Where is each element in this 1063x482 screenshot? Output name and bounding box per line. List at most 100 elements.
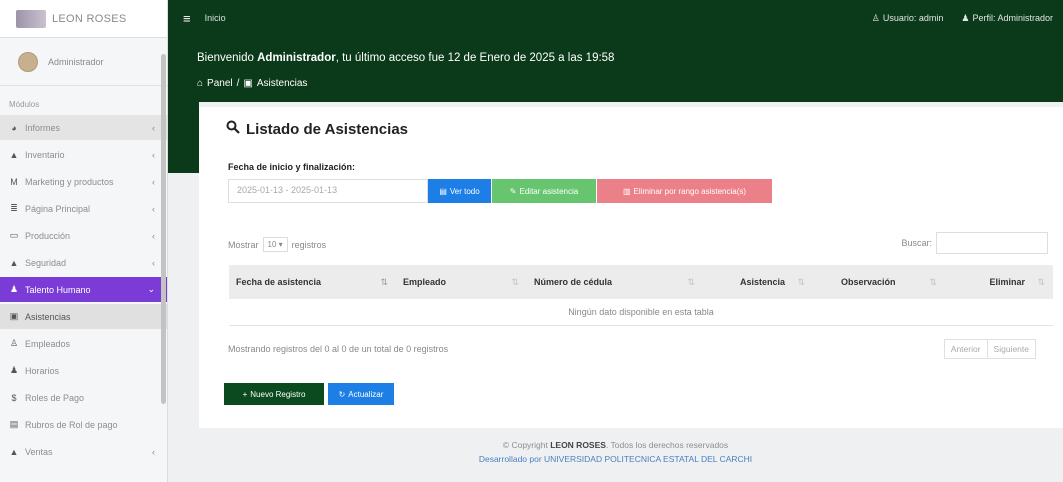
edit-attendance-button[interactable]: ✎ Editar asistencia [492,179,596,203]
brand[interactable]: LEON ROSES [0,0,167,38]
view-all-label: Ver todo [449,186,480,196]
brand-text: LEON ROSES [52,12,127,25]
col-eliminar[interactable]: Eliminar ⇅ [945,265,1053,299]
chevron-icon: ‹ [152,122,155,133]
users-icon: ♟ [961,12,970,23]
copyright-suffix: . Todos los derechos reservados [605,440,729,450]
welcome-prefix: Bienvenido [197,52,258,64]
sort-icon: ⇅ [687,277,695,287]
sidebar-item-página-principal[interactable]: ≣ Página Principal ‹ [0,196,167,221]
sidebar: LEON ROSES Administrador Módulos ◕ Inform… [0,0,168,482]
sort-icon: ⇅ [1037,277,1045,287]
sidebar-item-ventas[interactable]: ▲ Ventas ‹ [0,439,167,464]
avatar [18,51,38,72]
delete-range-label: Eliminar por rango asistencia(s) [633,186,747,196]
card-title-text: Listado de Asistencias [246,120,408,138]
table-header-row: Fecha de asistencia ⇅ Empleado ⇅ Número de… [229,265,1053,299]
nav-profile-label: Perfil: Administrador [972,13,1053,23]
breadcrumb-home[interactable]: Panel [207,78,233,89]
empty-table-message: Ningún dato disponible en esta tabla [229,299,1053,326]
sidebar-scrollbar[interactable] [161,54,166,404]
breadcrumb-separator: / [236,78,240,89]
show-entries-prefix: Mostrar [228,239,259,250]
users-icon: ♟ [9,284,19,294]
sidebar-item-label: Rubros de Rol de pago [25,419,118,430]
sidebar-item-label: Horarios [25,365,60,376]
user-icon: ♙ [871,12,880,23]
calendar-icon: ▭ [9,230,19,240]
user-clock-icon: ♟ [9,365,19,375]
card-title: Listado de Asistencias [226,120,408,138]
sidebar-item-horarios[interactable]: ♟ Horarios [0,358,167,383]
edit-icon: ✎ [509,186,517,196]
delete-range-button[interactable]: ▥ Eliminar por rango asistencia(s) [597,179,772,203]
lock-icon: ▲ [9,257,19,268]
refresh-label: Actualizar [348,389,384,399]
next-page-button[interactable]: Siguiente [986,340,1035,358]
edit-attendance-label: Editar asistencia [519,186,579,196]
menu-toggle-icon[interactable]: ≡ [183,11,191,26]
sidebar-item-label: Inventario [25,149,65,160]
list-icon: ▤ [439,186,447,196]
file-invoice-icon: ▤ [9,419,19,429]
welcome-suffix: , tu último acceso fue 12 de Enero de 20… [335,52,615,64]
sidebar-item-informes[interactable]: ◕ Informes ‹ [0,115,167,140]
show-entries-suffix: registros [291,239,327,250]
sidebar-item-label: Talento Humano [25,284,91,295]
col-label: Asistencia [739,277,785,287]
sidebar-item-label: Ventas [25,446,53,457]
chevron-icon: ‹ [152,176,155,187]
previous-page-button[interactable]: Anterior [945,340,987,358]
new-record-button[interactable]: + Nuevo Registro [224,383,324,405]
dollar-icon: $ [11,392,17,403]
table-row: Ningún dato disponible en esta tabla [229,299,1053,326]
sidebar-item-empleados[interactable]: ♙ Empleados [0,331,167,356]
home-icon: ⌂ [197,78,204,89]
col-asistencia[interactable]: Asistencia ⇅ [703,265,813,299]
refresh-button[interactable]: ↻ Actualizar [328,383,394,405]
col-empleado[interactable]: Empleado ⇅ [396,265,527,299]
date-range-input[interactable]: 2025-01-13 - 2025-01-13 [228,179,428,203]
pie-chart-icon: ◕ [11,122,17,133]
sidebar-item-seguridad[interactable]: ▲ Seguridad ‹ [0,250,167,275]
search-input[interactable] [936,232,1048,254]
sidebar-item-roles-de-pago[interactable]: $ Roles de Pago [0,385,167,410]
sidebar-item-label: Marketing y productos [25,176,114,187]
footer: © Copyright LEON ROSES. Todos los derech… [168,438,1063,466]
refresh-icon: ↻ [338,389,346,399]
sort-icon: ⇅ [797,277,805,287]
trash-icon: ▥ [622,186,631,196]
welcome-message: Bienvenido Administrador, tu último acce… [197,52,614,64]
nav-user-link[interactable]: ♙ Usuario: admin [872,13,944,24]
sidebar-item-talento-humano[interactable]: ♟ Talento Humano ⌄ [0,277,167,302]
menu-header: Módulos [9,100,40,109]
plus-icon: + [242,389,248,399]
sidebar-item-producción[interactable]: ▭ Producción ‹ [0,223,167,248]
view-all-button[interactable]: ▤ Ver todo [428,179,491,203]
col-label: Número de cédula [534,277,613,287]
chevron-icon: ‹ [152,230,155,241]
col-fecha[interactable]: Fecha de asistencia ⇅ [229,265,396,299]
show-entries: Mostrar 10 ▾ registros [228,237,326,252]
nav-right: ♙ Usuario: admin ♟ Perfil: Administrador [872,13,1063,24]
entries-select[interactable]: 10 ▾ [262,237,288,252]
col-cedula[interactable]: Número de cédula ⇅ [527,265,703,299]
col-observacion[interactable]: Observación ⇅ [813,265,945,299]
sidebar-item-inventario[interactable]: ▲ Inventario ‹ [0,142,167,167]
nav-profile-link[interactable]: ♟ Perfil: Administrador [961,13,1053,24]
date-range-label: Fecha de inicio y finalización: [228,162,356,172]
user-panel[interactable]: Administrador [0,38,167,86]
sidebar-item-marketing-y-productos[interactable]: M Marketing y productos ‹ [0,169,167,194]
sidebar-item-label: Roles de Pago [25,392,85,403]
chevron-icon: ‹ [152,257,155,268]
user-name: Administrador [48,56,104,67]
bars-icon: ≣ [10,203,18,213]
sort-icon: ⇅ [380,277,388,287]
nav-home-link[interactable]: Inicio [205,13,226,23]
footer-developer-link[interactable]: Desarrollado por UNIVERSIDAD POLITECNICA… [168,452,1063,466]
sidebar-item-rubros-de-rol-de-pago[interactable]: ▤ Rubros de Rol de pago [0,412,167,437]
sidebar-item-asistencias[interactable]: ▣ Asistencias [0,304,167,329]
table-info: Mostrando registros del 0 al 0 de un tot… [228,344,449,354]
col-label: Fecha de asistencia [236,277,322,287]
col-label: Empleado [403,277,447,287]
